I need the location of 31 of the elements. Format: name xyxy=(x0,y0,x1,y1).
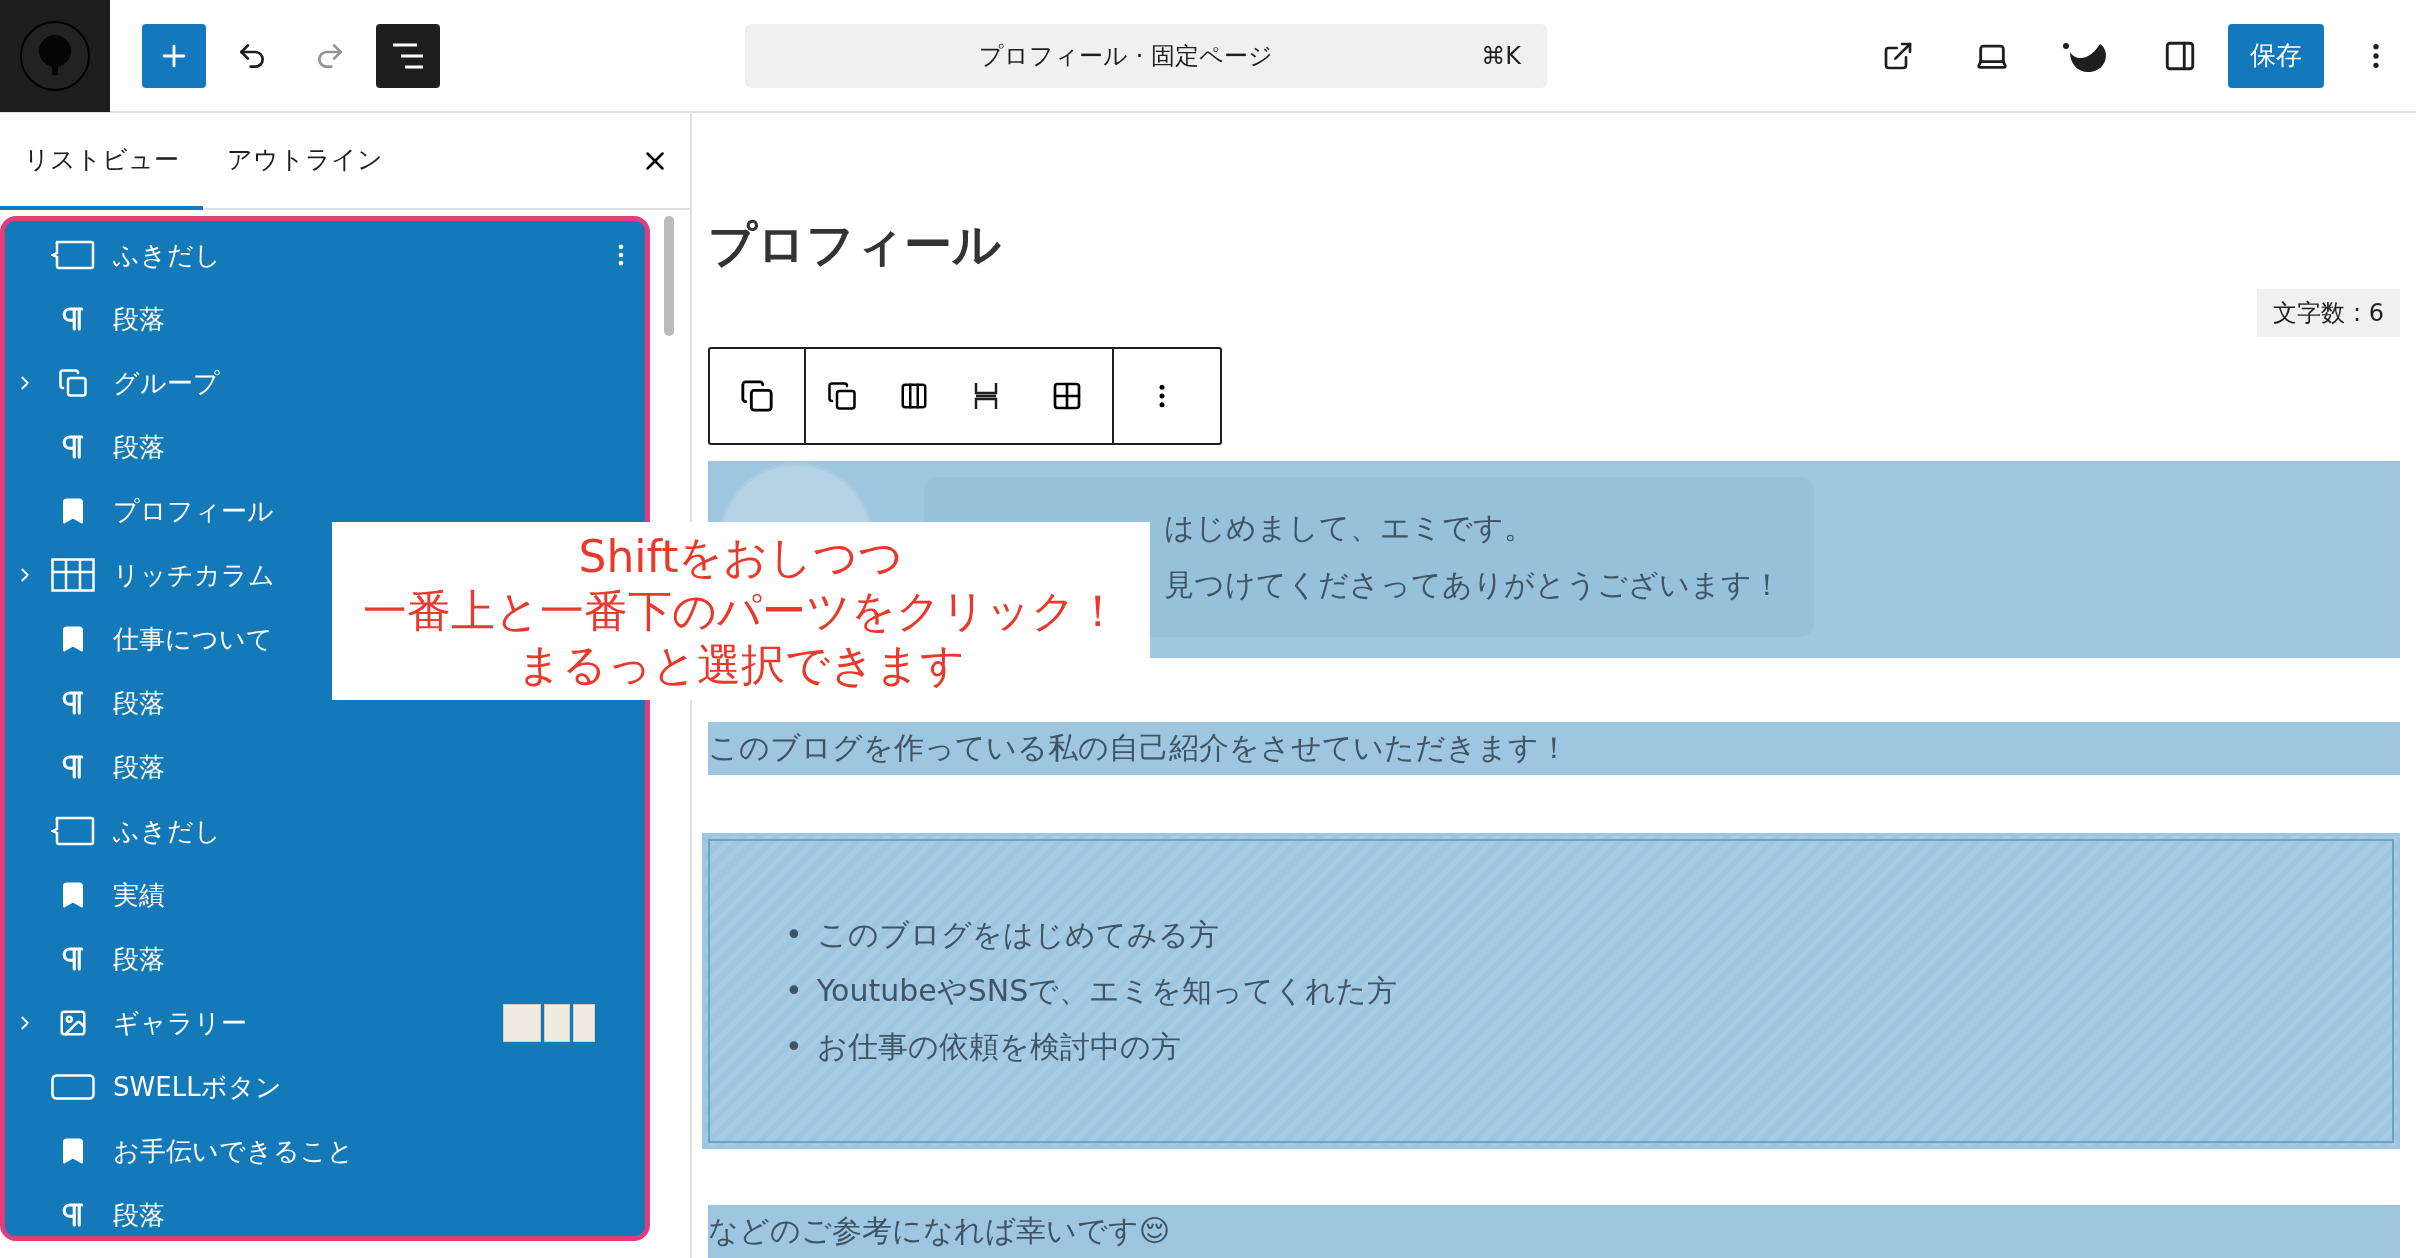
button-icon xyxy=(51,1074,95,1100)
save-button[interactable]: 保存 xyxy=(2228,23,2324,88)
panel-tab[interactable]: リストビュー xyxy=(0,113,203,210)
list-view-button[interactable] xyxy=(376,23,440,88)
thumbnail-image xyxy=(573,1004,595,1042)
bullet: • xyxy=(785,971,803,1010)
tree-logo-icon xyxy=(18,18,92,93)
thumbnail-image xyxy=(544,1004,570,1042)
speech-bubble-icon xyxy=(51,816,95,846)
columns-icon xyxy=(51,558,95,592)
paragraph-block[interactable]: などのご参考になれば幸いです😌 xyxy=(708,1205,2400,1258)
scrollbar[interactable] xyxy=(664,216,674,336)
bullet: • xyxy=(785,1027,803,1066)
command-palette-button[interactable]: プロフィール · 固定ページ ⌘K xyxy=(745,23,1547,88)
speech-bubble-icon xyxy=(51,240,95,270)
group-icon xyxy=(58,368,88,398)
thumbnail-image xyxy=(503,1004,541,1042)
bullet: • xyxy=(785,915,803,954)
add-block-button[interactable] xyxy=(142,23,206,88)
gallery-icon xyxy=(58,1008,88,1038)
bubble-text: はじめまして、エミです。 xyxy=(1164,508,1535,547)
list-item-text: YoutubeやSNSで、エミを知ってくれた方 xyxy=(816,971,1398,1010)
list-item-text: このブログをはじめてみる方 xyxy=(816,915,1219,954)
word-count: 文字数 : 6 xyxy=(2257,289,2400,337)
panel-tab[interactable]: アウトライン xyxy=(203,113,407,210)
paragraph-block[interactable]: このブログを作っている私の自己紹介をさせていただきます！ xyxy=(708,721,2400,775)
bubble-text: 見つけてくださってありがとうございます！ xyxy=(1164,565,1783,604)
page-title[interactable]: プロフィール xyxy=(708,213,2416,277)
list-item-text: お仕事の依頼を検討中の方 xyxy=(816,1027,1181,1066)
list-block[interactable]: • このブログをはじめてみる方 • YoutubeやSNSで、エミを知ってくれた方 • お仕事の依頼を検討中の方 xyxy=(702,832,2400,1149)
site-logo-tile[interactable] xyxy=(0,0,110,112)
